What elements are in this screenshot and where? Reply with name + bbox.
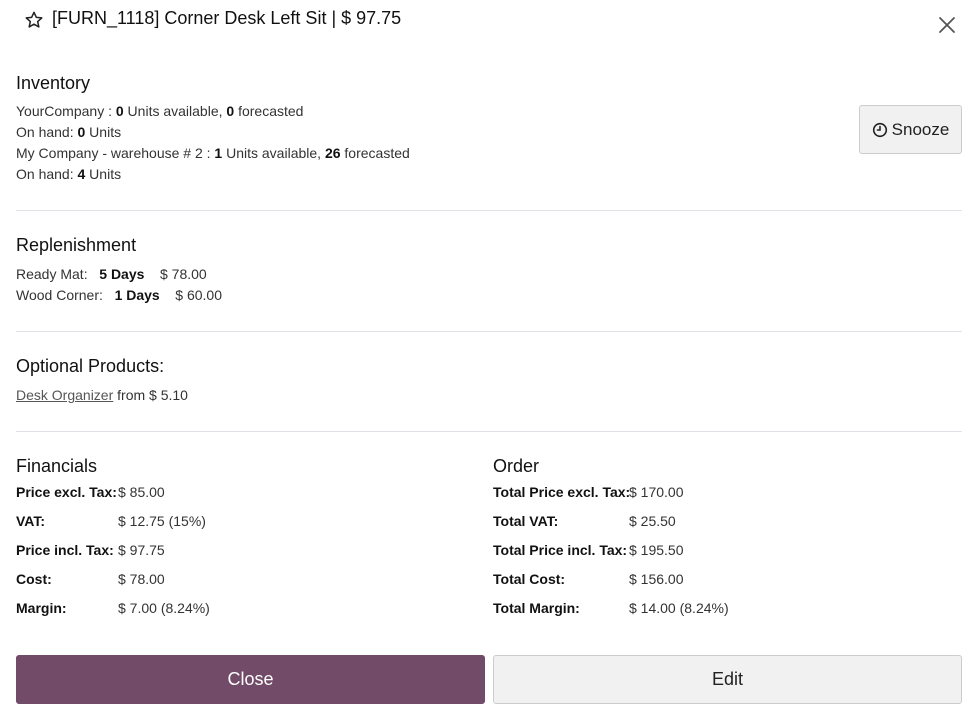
order-label: Total Cost: xyxy=(493,571,566,587)
units-text: Units available, xyxy=(222,145,325,161)
optional-products-section: Optional Products: Desk Organizer from $… xyxy=(16,355,962,406)
financial-label: Price excl. Tax: xyxy=(16,484,117,500)
financials-section: Financials Price excl. Tax: $ 85.00 VAT:… xyxy=(16,455,210,623)
vendor-name: Ready Mat: xyxy=(16,266,88,282)
vendor-name: Wood Corner: xyxy=(16,287,103,303)
financial-row: Price incl. Tax: $ 97.75 xyxy=(16,536,210,565)
financials-title: Financials xyxy=(16,456,98,476)
order-row: Total VAT: $ 25.50 xyxy=(493,507,729,536)
snooze-label: Snooze xyxy=(891,119,950,139)
financial-value: $ 97.75 xyxy=(118,542,165,558)
replenishment-title: Replenishment xyxy=(16,235,137,255)
close-icon[interactable] xyxy=(936,14,958,36)
onhand-label: On hand: xyxy=(16,124,78,140)
warehouse-name: YourCompany : xyxy=(16,103,116,119)
financial-value: $ 7.00 (8.24%) xyxy=(118,600,210,616)
close-button[interactable]: Close xyxy=(16,655,485,704)
onhand-unit: Units xyxy=(85,166,122,182)
order-section: Order Total Price excl. Tax: $ 170.00 To… xyxy=(493,455,729,623)
order-title: Order xyxy=(493,456,540,476)
vendor-row: Ready Mat: 5 Days $ 78.00 xyxy=(16,264,962,285)
forecasted-value: 26 xyxy=(324,145,341,161)
divider xyxy=(16,331,962,332)
order-row: Total Price excl. Tax: $ 170.00 xyxy=(493,478,729,507)
onhand-label: On hand: xyxy=(16,166,78,182)
replenishment-section: Replenishment Ready Mat: 5 Days $ 78.00 … xyxy=(16,234,962,306)
divider xyxy=(16,210,962,211)
vendor-price: $ 78.00 xyxy=(159,266,207,282)
financial-row: Price excl. Tax: $ 85.00 xyxy=(16,478,210,507)
edit-button[interactable]: Edit xyxy=(493,655,962,704)
optional-product-link[interactable]: Desk Organizer xyxy=(16,387,113,403)
order-label: Total Price excl. Tax: xyxy=(493,484,631,500)
financial-label: VAT: xyxy=(16,513,46,529)
forecast-text: forecasted xyxy=(234,103,304,119)
snooze-button[interactable]: Snooze xyxy=(859,105,962,154)
onhand-line: On hand: 4 Units xyxy=(16,164,962,185)
units-text: Units available, xyxy=(123,103,227,119)
onhand-unit: Units xyxy=(85,124,122,140)
financial-value: $ 85.00 xyxy=(118,484,165,500)
order-row: Total Cost: $ 156.00 xyxy=(493,565,729,594)
divider xyxy=(16,431,962,432)
inventory-line-warehouse2: My Company - warehouse # 2 : 1 Units ava… xyxy=(16,143,962,164)
financial-row: Cost: $ 78.00 xyxy=(16,565,210,594)
financial-label: Price incl. Tax: xyxy=(16,542,114,558)
order-label: Total Price incl. Tax: xyxy=(493,542,628,558)
order-value: $ 14.00 (8.24%) xyxy=(629,600,729,616)
optional-product-price: from $ 5.10 xyxy=(117,387,188,403)
onhand-line: On hand: 0 Units xyxy=(16,122,962,143)
forecast-text: forecasted xyxy=(340,145,410,161)
inventory-line-company: YourCompany : 0 Units available, 0 forec… xyxy=(16,101,962,122)
financial-value: $ 78.00 xyxy=(118,571,165,587)
financial-row: VAT: $ 12.75 (15%) xyxy=(16,507,210,536)
order-value: $ 195.50 xyxy=(629,542,684,558)
vendor-row: Wood Corner: 1 Days $ 60.00 xyxy=(16,285,962,306)
optional-product-row: Desk Organizer from $ 5.10 xyxy=(16,385,962,406)
financial-label: Cost: xyxy=(16,571,52,587)
vendor-price: $ 60.00 xyxy=(175,287,223,303)
order-value: $ 156.00 xyxy=(629,571,684,587)
units-available: 0 xyxy=(115,103,124,119)
order-value: $ 170.00 xyxy=(629,484,684,500)
dialog-header: [FURN_1118] Corner Desk Left Sit | $ 97.… xyxy=(0,0,972,50)
clock-icon xyxy=(872,122,888,138)
financial-label: Margin: xyxy=(16,600,67,616)
financial-value: $ 12.75 (15%) xyxy=(118,513,206,529)
order-row: Total Margin: $ 14.00 (8.24%) xyxy=(493,594,729,623)
order-value: $ 25.50 xyxy=(629,513,676,529)
inventory-title: Inventory xyxy=(16,73,91,93)
product-title: [FURN_1118] Corner Desk Left Sit | $ 97.… xyxy=(52,8,402,28)
order-label: Total Margin: xyxy=(493,600,580,616)
lead-time: 5 Days xyxy=(99,266,145,282)
order-label: Total VAT: xyxy=(493,513,559,529)
financial-row: Margin: $ 7.00 (8.24%) xyxy=(16,594,210,623)
order-row: Total Price incl. Tax: $ 195.50 xyxy=(493,536,729,565)
lead-time: 1 Days xyxy=(114,287,160,303)
inventory-section: Inventory YourCompany : 0 Units availabl… xyxy=(16,72,962,185)
star-icon[interactable] xyxy=(24,10,44,30)
warehouse-name: My Company - warehouse # 2 : xyxy=(16,145,215,161)
optional-products-title: Optional Products: xyxy=(16,356,165,376)
